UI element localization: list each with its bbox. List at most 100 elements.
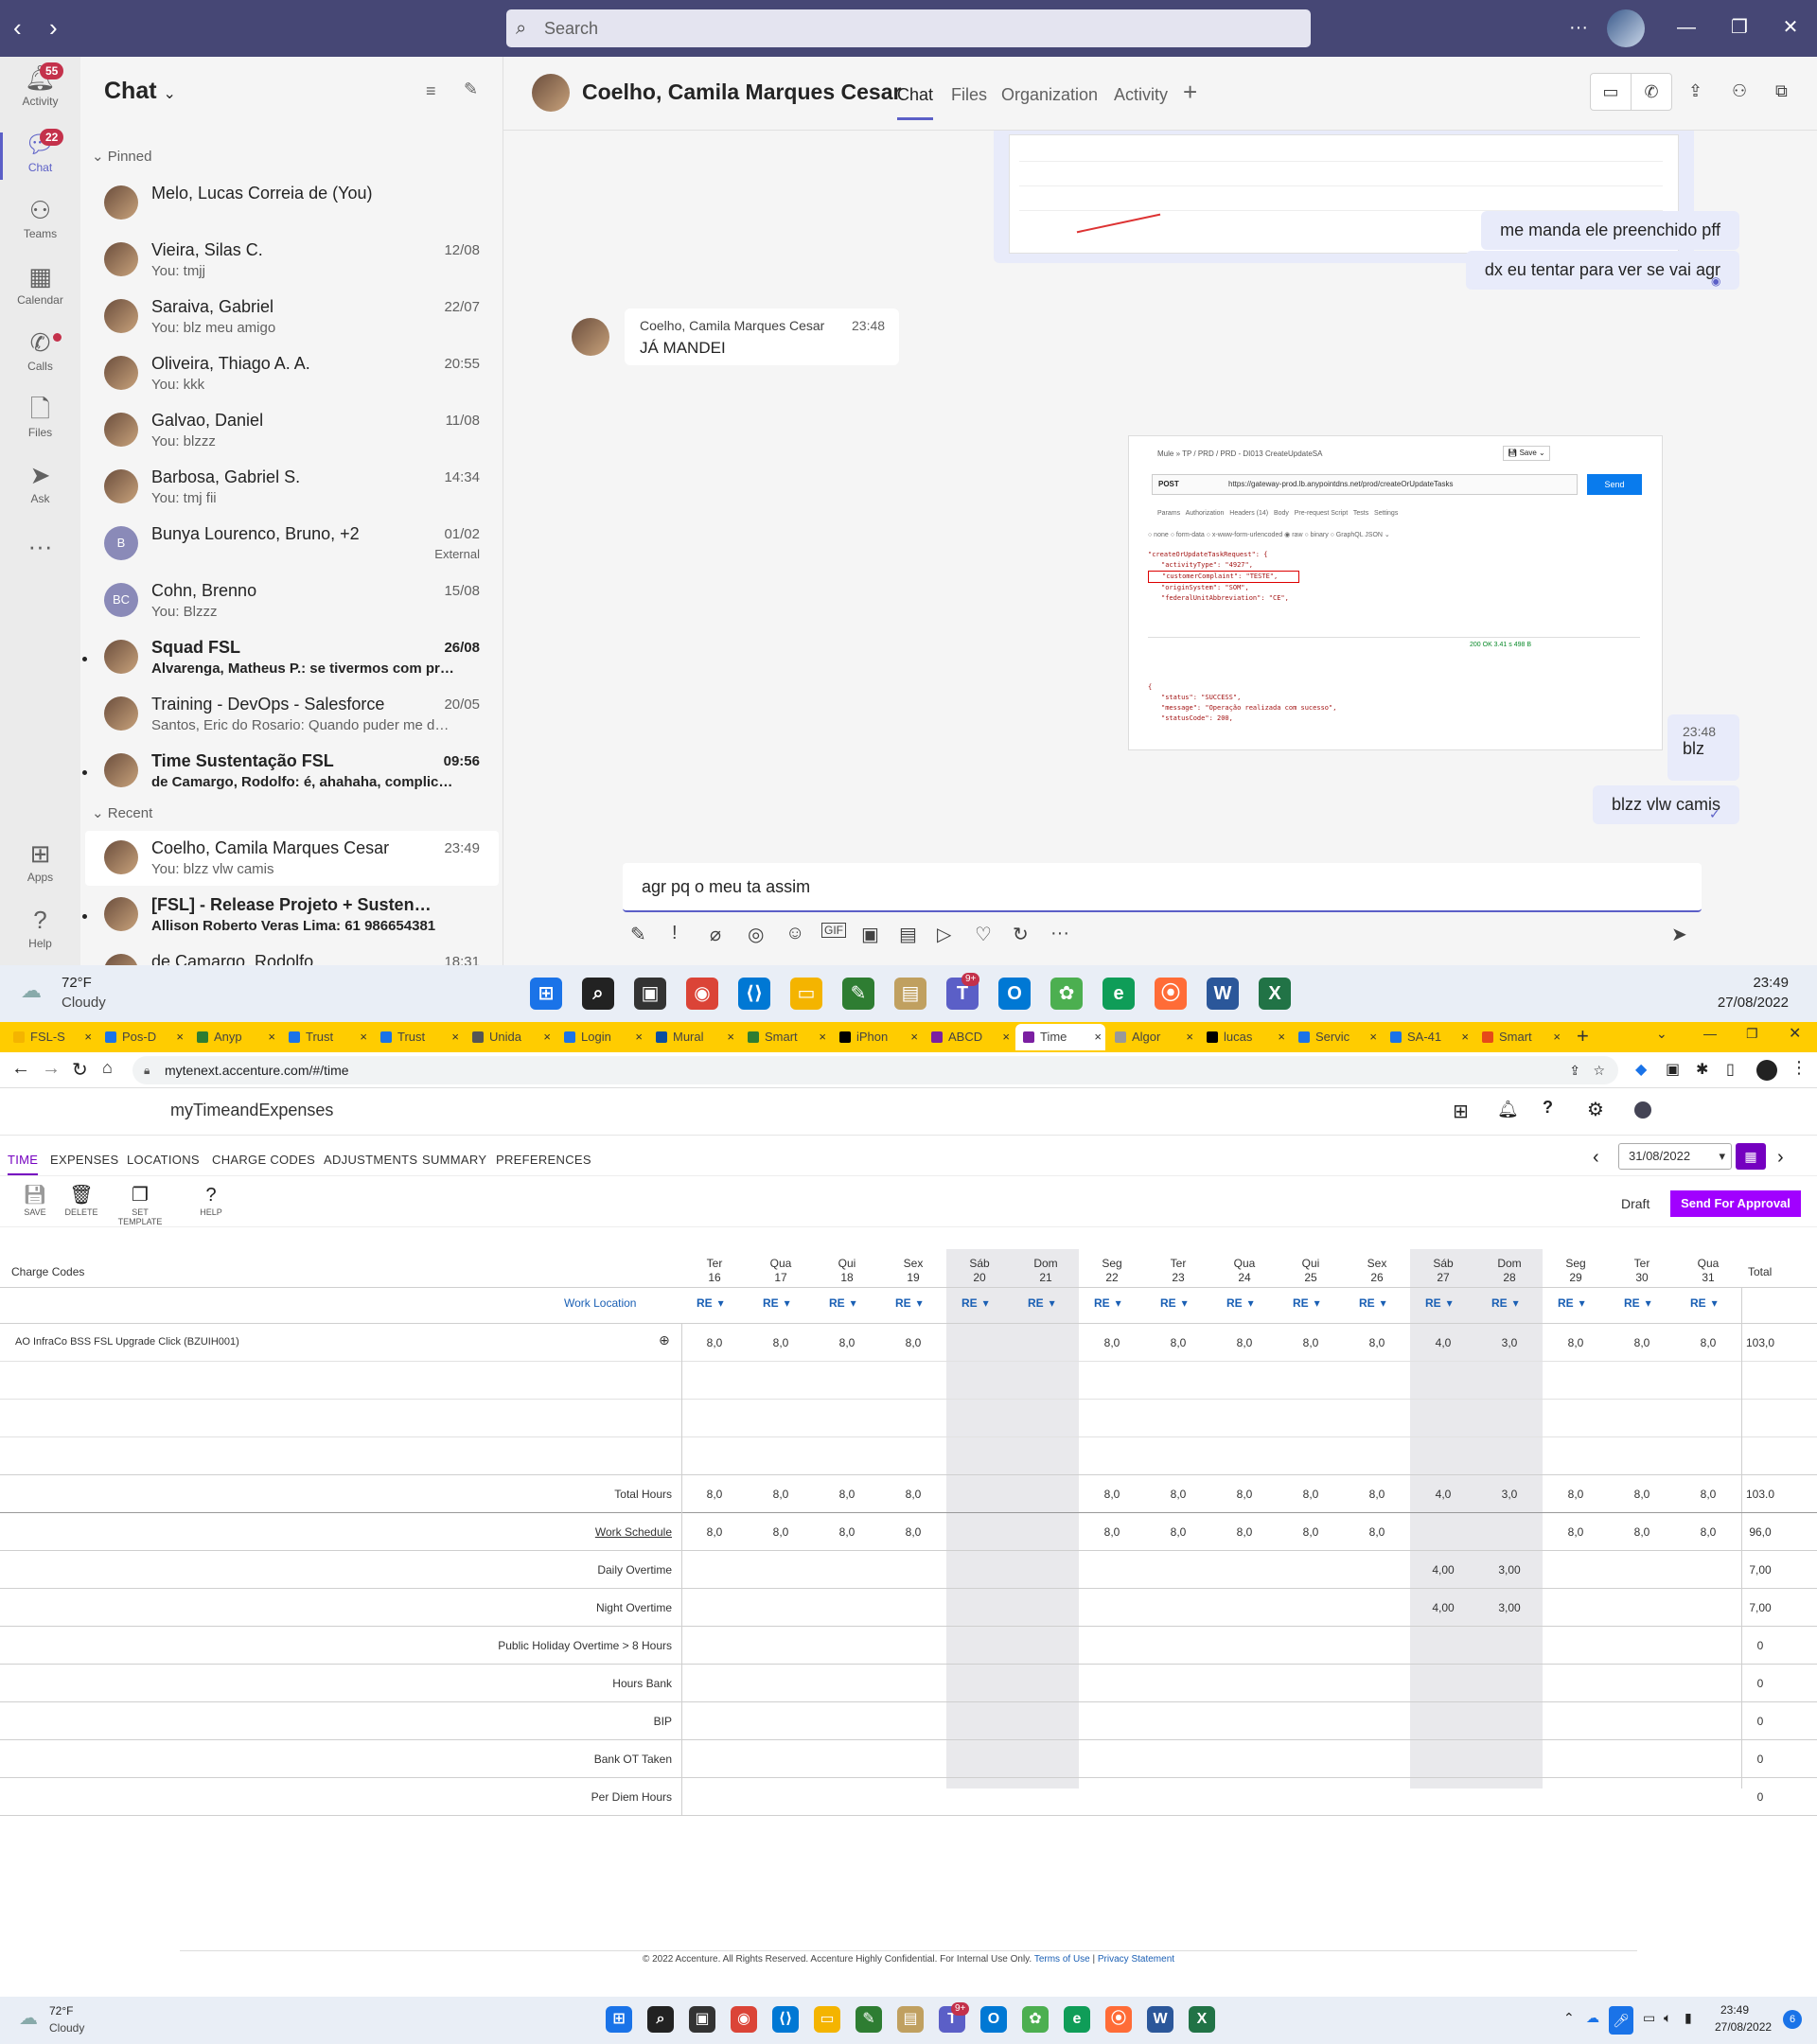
tab-files[interactable]: Files — [951, 85, 987, 105]
chat-list-item[interactable]: Saraiva, Gabriel You: blz meu amigo 22/07 — [85, 290, 499, 344]
chevron-up-icon[interactable]: ⌃ — [1563, 2010, 1575, 2026]
nav-tab-time[interactable]: TIME — [8, 1153, 39, 1176]
go-to-icon[interactable]: ⊕ — [659, 1332, 670, 1348]
vscode-icon[interactable]: ⟨⟩ — [772, 2006, 799, 2033]
search-icon[interactable]: ⌕ — [647, 2006, 674, 2033]
edge-icon[interactable]: e — [1064, 2006, 1090, 2033]
rail-files[interactable]: 🗋 Files — [0, 388, 80, 454]
back-icon[interactable]: ← — [11, 1058, 30, 1080]
notification-badge[interactable]: 6 — [1783, 2010, 1802, 2029]
back-arrow-icon[interactable]: ‹ — [13, 13, 22, 42]
location-select[interactable]: RE ▾ — [1491, 1296, 1519, 1310]
browser-tab[interactable]: Unida × — [465, 1024, 555, 1050]
extension-icon[interactable]: ▣ — [1666, 1060, 1680, 1079]
rail-ask[interactable]: ➤ Ask — [0, 454, 80, 520]
browser-tab[interactable]: Trust × — [281, 1024, 371, 1050]
loop-icon[interactable]: ◎ — [748, 923, 764, 946]
hours-cell[interactable]: 8,0 — [1344, 1336, 1410, 1349]
nav-tab-preferences[interactable]: PREFERENCES — [496, 1153, 591, 1167]
prev-period-icon[interactable]: ‹ — [1593, 1147, 1599, 1169]
postman-icon[interactable]: ⦿ — [1105, 2006, 1132, 2033]
tab-close-icon[interactable]: × — [1278, 1024, 1285, 1050]
home-icon[interactable]: ⌂ — [102, 1058, 113, 1078]
location-select[interactable]: RE ▾ — [829, 1296, 856, 1310]
privacy-link[interactable]: Privacy Statement — [1098, 1954, 1174, 1965]
new-tab-icon[interactable]: + — [1577, 1024, 1589, 1048]
forward-arrow-icon[interactable]: › — [49, 13, 58, 42]
user-avatar[interactable] — [1607, 9, 1645, 47]
rail-calendar[interactable]: ▦ Calendar — [0, 256, 80, 322]
user-avatar[interactable] — [1634, 1101, 1651, 1119]
chat-list-title[interactable]: Chat ⌄ — [104, 78, 176, 105]
hours-cell[interactable]: 8,0 — [1609, 1336, 1675, 1349]
browser-tab[interactable]: Login × — [556, 1024, 646, 1050]
hours-cell[interactable]: 8,0 — [1145, 1336, 1211, 1349]
postman-screenshot[interactable]: Mule » TP / PRD / PRD - DI013 CreateUpda… — [1128, 435, 1663, 750]
search-input[interactable]: ⌕ Search — [506, 9, 1311, 47]
tab-close-icon[interactable]: × — [727, 1024, 734, 1050]
outlook-icon[interactable]: O — [998, 978, 1031, 1010]
delete-button[interactable]: 🗑︎ DELETE — [53, 1183, 110, 1217]
postman-icon[interactable]: ⦿ — [1155, 978, 1187, 1010]
meet-icon[interactable]: ▤ — [899, 923, 917, 946]
edge-icon[interactable]: e — [1103, 978, 1135, 1010]
folder-icon[interactable]: ▤ — [897, 2006, 924, 2033]
browser-tab[interactable]: Servic × — [1291, 1024, 1381, 1050]
maximize-icon[interactable]: ❐ — [1746, 1026, 1758, 1042]
reload-icon[interactable]: ↻ — [72, 1058, 88, 1082]
video-call-icon[interactable]: ▭ — [1590, 73, 1632, 111]
tab-close-icon[interactable]: × — [360, 1024, 367, 1050]
tab-close-icon[interactable]: × — [1002, 1024, 1010, 1050]
set-template-button[interactable]: ❐ SET TEMPLATE — [112, 1183, 168, 1226]
popout-icon[interactable]: ⧉ — [1775, 81, 1788, 101]
location-select[interactable]: RE ▾ — [1425, 1296, 1453, 1310]
search-icon[interactable]: ⌕ — [582, 978, 614, 1010]
send-for-approval-button[interactable]: Send For Approval — [1670, 1190, 1801, 1217]
location-select[interactable]: RE ▾ — [763, 1296, 790, 1310]
hours-cell[interactable]: 8,0 — [748, 1336, 814, 1349]
hours-cell[interactable]: 3,0 — [1476, 1336, 1543, 1349]
profile-avatar[interactable] — [1756, 1060, 1777, 1081]
rail-more[interactable]: ··· — [0, 525, 80, 591]
app-icon[interactable]: ✿ — [1022, 2006, 1049, 2033]
recent-section-label[interactable]: ⌄ Recent — [92, 804, 152, 821]
hours-cell[interactable]: 8,0 — [814, 1336, 880, 1349]
location-select[interactable]: RE ▾ — [1558, 1296, 1585, 1310]
nav-tab-charge-codes[interactable]: CHARGE CODES — [212, 1153, 315, 1167]
gif-icon[interactable]: GIF — [821, 923, 846, 938]
word-icon[interactable]: W — [1147, 2006, 1173, 2033]
chat-list-item[interactable]: Melo, Lucas Correia de (You) — [85, 176, 499, 231]
compose-box[interactable]: agr pq o meu ta assim — [623, 863, 1702, 912]
add-tab-icon[interactable]: + — [1183, 78, 1197, 107]
excel-icon[interactable]: X — [1259, 978, 1291, 1010]
rail-help[interactable]: ? Help — [0, 899, 80, 965]
rail-activity[interactable]: 🔔︎ 55 Activity — [0, 57, 80, 123]
hours-cell[interactable]: 8,0 — [880, 1336, 946, 1349]
chat-list-item[interactable]: Galvao, Daniel You: blzzz 11/08 — [85, 403, 499, 458]
stream-icon[interactable]: ▷ — [937, 923, 951, 946]
browser-tab[interactable]: iPhon × — [832, 1024, 922, 1050]
hours-cell[interactable]: 8,0 — [1079, 1336, 1145, 1349]
help-icon[interactable]: ? — [1543, 1098, 1553, 1118]
browser-tab[interactable]: Trust × — [373, 1024, 463, 1050]
word-icon[interactable]: W — [1207, 978, 1239, 1010]
menu-icon[interactable]: ⋮ — [1791, 1058, 1808, 1078]
tab-close-icon[interactable]: × — [910, 1024, 918, 1050]
start-menu-icon[interactable]: ⊞ — [606, 2006, 632, 2033]
paint-icon[interactable]: ✎ — [842, 978, 874, 1010]
rail-chat[interactable]: 💬︎ 22 Chat — [0, 123, 80, 189]
chat-list-item[interactable]: Squad FSL Alvarenga, Matheus P.: se tiver… — [82, 630, 499, 685]
hours-cell[interactable]: 8,0 — [1543, 1336, 1609, 1349]
browser-tab[interactable]: Pos-D × — [97, 1024, 187, 1050]
puzzle-icon[interactable]: ✱ — [1696, 1060, 1708, 1079]
location-select[interactable]: RE ▾ — [1624, 1296, 1651, 1310]
audio-call-icon[interactable]: ✆ — [1631, 73, 1672, 111]
tab-activity[interactable]: Activity — [1114, 85, 1168, 105]
maximize-icon[interactable]: ❐ — [1720, 13, 1758, 42]
vscode-icon[interactable]: ⟨⟩ — [738, 978, 770, 1010]
file-explorer-icon[interactable]: ▭ — [790, 978, 822, 1010]
browser-tab[interactable]: Smart × — [740, 1024, 830, 1050]
location-select[interactable]: RE ▾ — [1094, 1296, 1121, 1310]
tab-close-icon[interactable]: × — [1186, 1024, 1193, 1050]
more-options-icon[interactable]: ··· — [1050, 923, 1069, 944]
